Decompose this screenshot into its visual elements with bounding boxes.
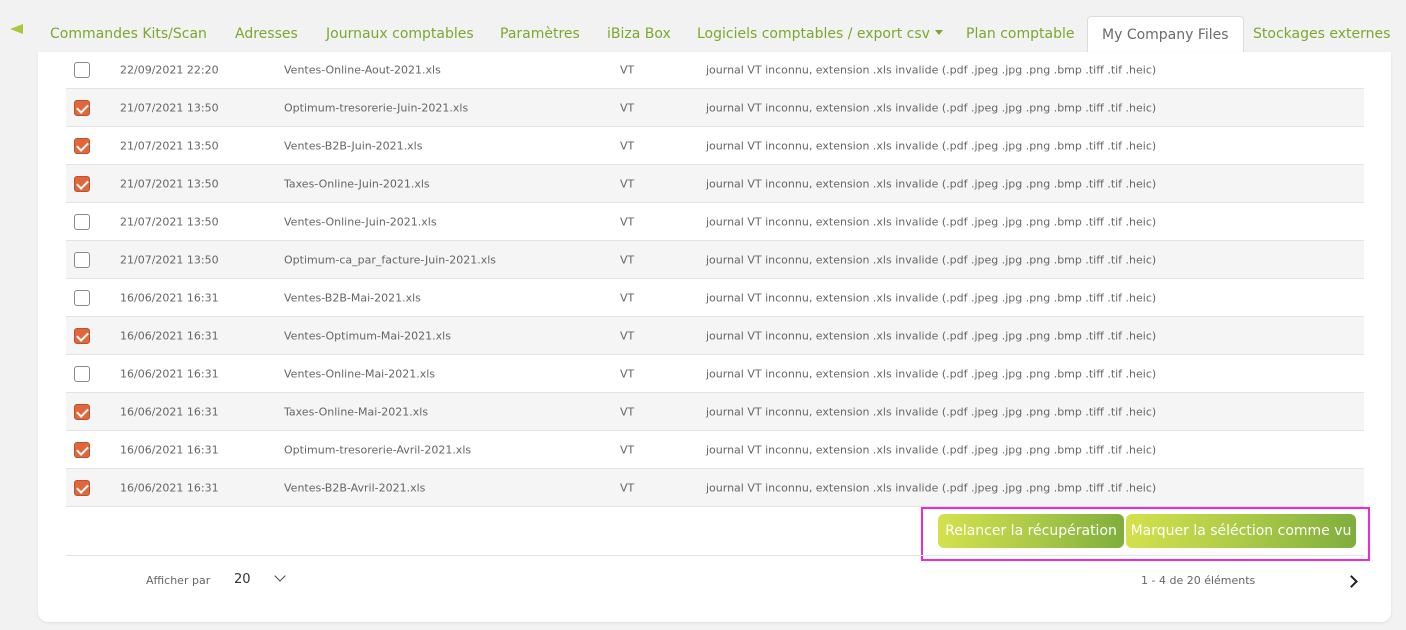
files-table: 22/09/2021 22:20 Ventes-Online-Aout-2021.… — [66, 52, 1364, 507]
table-row: 21/07/2021 13:50 Optimum-ca_par_facture-J… — [66, 241, 1364, 279]
tab-adresses[interactable]: Adresses — [235, 16, 298, 52]
row-date: 16/06/2021 16:31 — [120, 443, 219, 456]
row-date: 21/07/2021 13:50 — [120, 253, 219, 266]
arrow-left-icon[interactable] — [10, 24, 23, 34]
table-row: 16/06/2021 16:31 Ventes-B2B-Avril-2021.xl… — [66, 469, 1364, 507]
row-filename: Optimum-ca_par_facture-Juin-2021.xls — [284, 253, 496, 266]
row-checkbox[interactable] — [74, 365, 90, 382]
row-error-message: journal VT inconnu, extension .xls inval… — [706, 329, 1157, 342]
row-error-message: journal VT inconnu, extension .xls inval… — [706, 405, 1157, 418]
row-date: 21/07/2021 13:50 — [120, 101, 219, 114]
row-filename: Ventes-Optimum-Mai-2021.xls — [284, 329, 451, 342]
row-date: 22/09/2021 22:20 — [120, 63, 219, 77]
row-filename: Taxes-Online-Juin-2021.xls — [284, 177, 430, 190]
row-journal: VT — [620, 101, 635, 114]
tab-logiciels-comptables[interactable]: Logiciels comptables / export csv — [697, 16, 943, 52]
row-journal: VT — [620, 253, 635, 266]
row-checkbox[interactable] — [74, 441, 90, 458]
row-date: 21/07/2021 13:50 — [120, 177, 219, 190]
row-journal: VT — [620, 405, 635, 418]
row-date: 16/06/2021 16:31 — [120, 291, 219, 304]
tab-ibiza-box[interactable]: iBiza Box — [607, 16, 671, 52]
row-error-message: journal VT inconnu, extension .xls inval… — [706, 177, 1157, 190]
row-date: 21/07/2021 13:50 — [120, 215, 219, 228]
row-journal: VT — [620, 481, 635, 494]
table-row: 16/06/2021 16:31 Ventes-Online-Mai-2021.x… — [66, 355, 1364, 393]
table-row: 16/06/2021 16:31 Optimum-tresorerie-Avril… — [66, 431, 1364, 469]
row-journal: VT — [620, 443, 635, 456]
divider — [66, 555, 1364, 556]
row-journal: VT — [620, 215, 635, 228]
tab-journaux-comptables[interactable]: Journaux comptables — [326, 16, 474, 52]
row-error-message: journal VT inconnu, extension .xls inval… — [706, 215, 1157, 228]
tab-parametres[interactable]: Paramètres — [500, 16, 580, 52]
table-row: 21/07/2021 13:50 Ventes-Online-Juin-2021.… — [66, 203, 1364, 241]
chevron-down-icon[interactable] — [274, 570, 286, 582]
row-error-message: journal VT inconnu, extension .xls inval… — [706, 367, 1157, 380]
row-checkbox[interactable] — [74, 62, 90, 78]
caret-down-icon — [934, 29, 943, 35]
row-error-message: journal VT inconnu, extension .xls inval… — [706, 291, 1157, 304]
row-filename: Ventes-Online-Juin-2021.xls — [284, 215, 437, 228]
table-row: 16/06/2021 16:31 Ventes-B2B-Mai-2021.xls V… — [66, 279, 1364, 317]
table-row: 16/06/2021 16:31 Ventes-Optimum-Mai-2021.… — [66, 317, 1364, 355]
row-checkbox[interactable] — [74, 137, 90, 154]
row-filename: Ventes-Online-Aout-2021.xls — [284, 63, 441, 77]
table-row: 16/06/2021 16:31 Taxes-Online-Mai-2021.xl… — [66, 393, 1364, 431]
row-checkbox[interactable] — [74, 213, 90, 230]
row-date: 16/06/2021 16:31 — [120, 405, 219, 418]
row-journal: VT — [620, 329, 635, 342]
row-checkbox[interactable] — [74, 175, 90, 192]
chevron-right-icon[interactable] — [1345, 575, 1358, 588]
per-page-label: Afficher par — [146, 574, 211, 587]
tab-bar: Commandes Kits/Scan Adresses Journaux co… — [0, 0, 1406, 52]
tab-logiciels-comptables-label: Logiciels comptables / export csv — [697, 26, 930, 42]
table-row: 21/07/2021 13:50 Taxes-Online-Juin-2021.x… — [66, 165, 1364, 203]
row-checkbox[interactable] — [74, 479, 90, 496]
tab-plan-comptable[interactable]: Plan comptable — [966, 16, 1074, 52]
table-row: 22/09/2021 22:20 Ventes-Online-Aout-2021.… — [66, 52, 1364, 89]
row-checkbox[interactable] — [74, 99, 90, 116]
row-filename: Optimum-tresorerie-Juin-2021.xls — [284, 101, 469, 114]
row-date: 16/06/2021 16:31 — [120, 367, 219, 380]
row-date: 21/07/2021 13:50 — [120, 139, 219, 152]
row-filename: Ventes-B2B-Avril-2021.xls — [284, 481, 426, 494]
row-checkbox[interactable] — [74, 289, 90, 306]
tab-my-company-files[interactable]: My Company Files — [1087, 16, 1244, 52]
row-journal: VT — [620, 139, 635, 152]
row-date: 16/06/2021 16:31 — [120, 329, 219, 342]
files-panel: 22/09/2021 22:20 Ventes-Online-Aout-2021.… — [38, 52, 1391, 622]
row-filename: Ventes-Online-Mai-2021.xls — [284, 367, 435, 380]
row-error-message: journal VT inconnu, extension .xls inval… — [706, 253, 1157, 266]
row-error-message: journal VT inconnu, extension .xls inval… — [706, 481, 1157, 494]
pagination-range: 1 - 4 de 20 éléments — [1141, 574, 1256, 587]
row-filename: Taxes-Online-Mai-2021.xls — [284, 405, 429, 418]
row-checkbox[interactable] — [74, 327, 90, 344]
retry-button[interactable]: Relancer la récupération — [938, 514, 1124, 548]
row-error-message: journal VT inconnu, extension .xls inval… — [706, 139, 1157, 152]
row-journal: VT — [620, 367, 635, 380]
row-filename: Optimum-tresorerie-Avril-2021.xls — [284, 443, 472, 456]
row-checkbox[interactable] — [74, 251, 90, 268]
row-journal: VT — [620, 177, 635, 190]
row-date: 16/06/2021 16:31 — [120, 481, 219, 494]
table-row: 21/07/2021 13:50 Ventes-B2B-Juin-2021.xls… — [66, 127, 1364, 165]
mark-seen-button[interactable]: Marquer la séléction comme vu — [1126, 514, 1356, 548]
per-page-select[interactable]: 20 — [234, 572, 251, 587]
row-filename: Ventes-B2B-Juin-2021.xls — [284, 139, 423, 152]
row-checkbox[interactable] — [74, 403, 90, 420]
row-filename: Ventes-B2B-Mai-2021.xls — [284, 291, 421, 304]
row-error-message: journal VT inconnu, extension .xls inval… — [706, 443, 1157, 456]
row-journal: VT — [620, 291, 635, 304]
table-row: 21/07/2021 13:50 Optimum-tresorerie-Juin-… — [66, 89, 1364, 127]
tab-commandes-kits-scan[interactable]: Commandes Kits/Scan — [50, 16, 207, 52]
row-error-message: journal VT inconnu, extension .xls inval… — [706, 63, 1157, 77]
tab-stockages-externes[interactable]: Stockages externes — [1253, 16, 1390, 52]
row-journal: VT — [620, 63, 635, 77]
row-error-message: journal VT inconnu, extension .xls inval… — [706, 101, 1157, 114]
